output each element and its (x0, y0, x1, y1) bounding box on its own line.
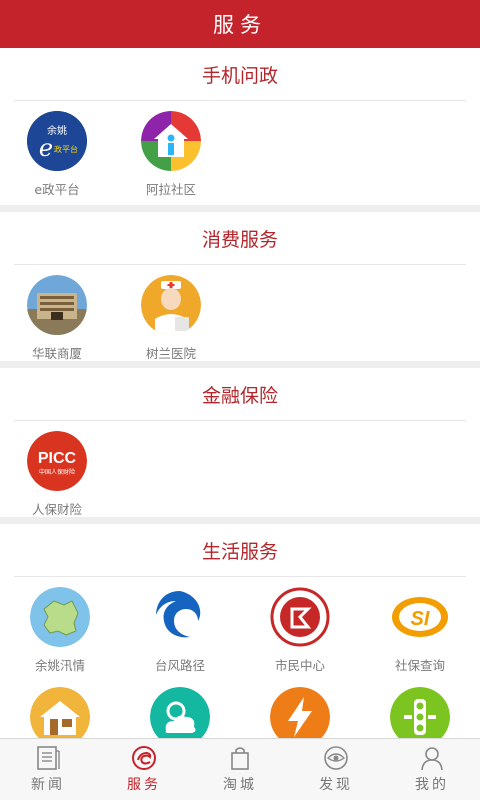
nav-label: 发现 (319, 777, 353, 793)
weather-icon (150, 687, 210, 738)
community-house-icon (141, 111, 201, 171)
service-traffic[interactable] (360, 683, 480, 738)
picc-logo-icon: PICC 中国人保财险 (27, 431, 87, 491)
service-yuyao-flood[interactable]: 余姚汛情 (0, 583, 120, 683)
nav-label: 我的 (415, 777, 449, 793)
service-shulan-hospital[interactable]: 树兰医院 (114, 271, 228, 371)
nav-discover[interactable]: 发现 (288, 739, 384, 800)
eye-icon (324, 746, 348, 770)
section-consumer-services: 消费服务 华联商厦 树兰医院 (0, 212, 480, 361)
service-icon (132, 746, 156, 770)
service-citizen-center[interactable]: 市民中心 (240, 583, 360, 683)
service-e-platform[interactable]: 余姚 e 政平台 e政平台 (0, 107, 114, 207)
page-title: 服务 (213, 13, 267, 37)
svg-text:PICC: PICC (38, 450, 77, 467)
top-bar: 服务 (0, 0, 480, 48)
service-label: 市民中心 (274, 658, 325, 673)
nav-shop[interactable]: 淘城 (192, 739, 288, 800)
service-hualian-mall[interactable]: 华联商厦 (0, 271, 114, 371)
service-label: 社保查询 (394, 658, 445, 673)
nurse-hospital-icon (141, 275, 201, 335)
social-security-logo-icon: SI (390, 587, 450, 647)
section-title: 手机问政 (201, 64, 278, 87)
house-icon (30, 687, 90, 738)
service-housing[interactable] (0, 683, 120, 738)
section-finance-insurance: 金融保险 PICC 中国人保财险 人保财险 (0, 368, 480, 517)
section-title: 金融保险 (201, 384, 278, 407)
flood-map-icon (30, 587, 90, 647)
service-label: 台风路径 (154, 658, 205, 673)
service-ala-community[interactable]: 阿拉社区 (114, 107, 228, 207)
section-mobile-politics: 手机问政 余姚 e 政平台 e政平台 阿拉社区 (0, 48, 480, 205)
service-list[interactable]: 手机问政 余姚 e 政平台 e政平台 阿拉社区 消费服务 华联商厦 树兰医院 金… (0, 48, 480, 738)
svg-text:SI: SI (411, 608, 430, 630)
shopping-mall-building-icon (27, 275, 87, 335)
svg-text:e: e (39, 134, 53, 162)
service-social-security[interactable]: SI 社保查询 (360, 583, 480, 683)
yuyao-e-zheng-logo-icon: 余姚 e 政平台 (27, 111, 87, 171)
service-picc[interactable]: PICC 中国人保财险 人保财险 (0, 427, 114, 527)
service-label: 树兰医院 (145, 346, 196, 361)
citizen-center-logo-icon (270, 587, 330, 647)
service-label: 余姚汛情 (34, 658, 85, 673)
service-label: 人保财险 (31, 502, 82, 517)
nav-label: 服务 (127, 777, 161, 793)
service-weather[interactable] (120, 683, 240, 738)
svg-text:政平台: 政平台 (54, 144, 78, 154)
service-label: 阿拉社区 (145, 182, 196, 197)
bottom-navigation: 新闻 服务 淘城 发现 我的 (0, 738, 480, 800)
service-electricity[interactable] (240, 683, 360, 738)
nav-service[interactable]: 服务 (96, 739, 192, 800)
shopping-bag-icon (231, 747, 249, 770)
nav-mine[interactable]: 我的 (384, 739, 480, 800)
newspaper-icon (37, 746, 60, 770)
service-typhoon-path[interactable]: 台风路径 (120, 583, 240, 683)
service-label: e政平台 (34, 182, 80, 197)
section-title: 生活服务 (201, 540, 278, 563)
traffic-light-icon (390, 687, 450, 738)
user-icon (421, 747, 443, 771)
svg-text:中国人保财险: 中国人保财险 (39, 468, 75, 476)
typhoon-icon (150, 587, 210, 647)
nav-news[interactable]: 新闻 (0, 739, 96, 800)
section-title: 消费服务 (201, 228, 278, 251)
lightning-icon (270, 687, 330, 738)
nav-label: 淘城 (223, 777, 257, 793)
nav-label: 新闻 (31, 777, 65, 793)
service-label: 华联商厦 (31, 346, 82, 361)
section-life-services: 生活服务 余姚汛情 台风路径 市民中心 SI 社保查询 (0, 524, 480, 738)
